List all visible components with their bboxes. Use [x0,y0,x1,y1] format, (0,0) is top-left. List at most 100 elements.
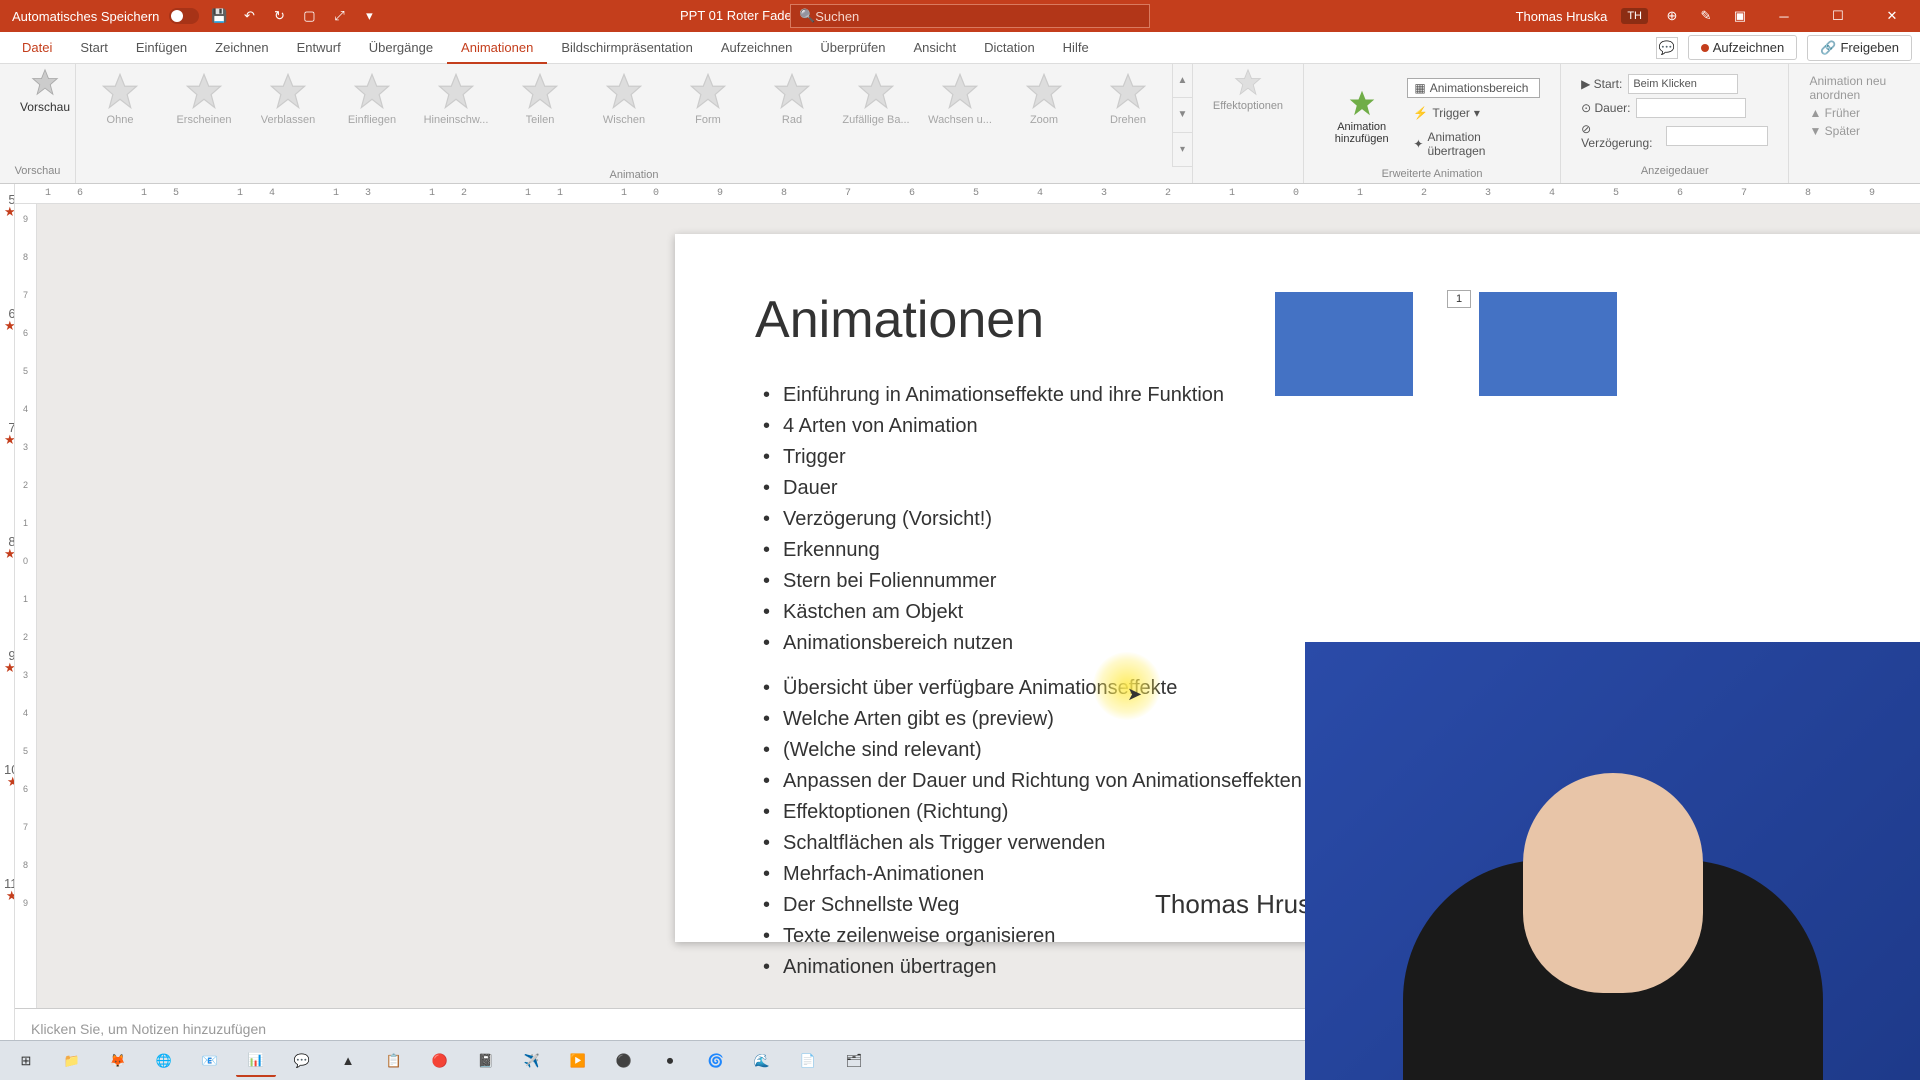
vlc-icon[interactable]: ▲ [328,1045,368,1077]
window-mode-icon[interactable]: ▣ [1730,6,1750,26]
anim-growturn[interactable]: Wachsen u... [924,72,996,159]
animation-pane-button[interactable]: ▦ Animationsbereich [1407,78,1540,98]
start-menu-icon[interactable]: ⊞ [6,1045,46,1077]
duration-label: ⊙ Dauer: [1581,101,1630,115]
anim-floatin[interactable]: Hineinschw... [420,72,492,159]
app-icon-2[interactable]: 📋 [374,1045,414,1077]
qat-more-icon[interactable]: ▾ [359,6,379,26]
add-animation-button[interactable]: Animation hinzufügen [1324,74,1399,160]
anim-zoom[interactable]: Zoom [1008,72,1080,159]
touch-mode-icon[interactable]: ⤢ [329,6,349,26]
anim-swivel[interactable]: Drehen [1092,72,1164,159]
move-earlier-button[interactable]: ▲ Früher [1809,106,1900,120]
gallery-up-icon[interactable]: ▲ [1173,64,1192,98]
anim-star-icon: ★ [4,663,15,673]
search-input[interactable] [815,9,1141,24]
record-dot-icon [1701,44,1709,52]
app-icon-6[interactable]: 🌀 [696,1045,736,1077]
anim-shape[interactable]: Form [672,72,744,159]
anim-star-icon: ★ [4,549,15,559]
webcam-overlay [1305,642,1920,1080]
tab-file[interactable]: Datei [8,32,66,64]
tab-draw[interactable]: Zeichnen [201,32,282,64]
tab-review[interactable]: Überprüfen [806,32,899,64]
gallery-expand-icon[interactable]: ▾ [1173,133,1192,167]
chrome-icon[interactable]: 🌐 [144,1045,184,1077]
sync-icon[interactable]: ⊕ [1662,6,1682,26]
animation-painter-button[interactable]: ✦ Animation übertragen [1407,128,1540,160]
animation-order-tag[interactable]: 1 [1447,290,1471,308]
anim-star-icon: ★ [4,435,15,445]
telegram-icon[interactable]: ✈️ [512,1045,552,1077]
app-icon-7[interactable]: 📄 [788,1045,828,1077]
start-select[interactable]: Beim Klicken [1628,74,1738,94]
present-icon[interactable]: ▢ [299,6,319,26]
anim-appear[interactable]: Erscheinen [168,72,240,159]
comments-icon[interactable]: 💬 [1656,37,1678,59]
tab-insert[interactable]: Einfügen [122,32,201,64]
record-button[interactable]: Aufzeichnen [1688,35,1798,60]
share-button[interactable]: 🔗 Freigeben [1807,35,1912,61]
save-icon[interactable]: 💾 [209,6,229,26]
firefox-icon[interactable]: 🦊 [98,1045,138,1077]
outlook-icon[interactable]: 📧 [190,1045,230,1077]
user-avatar[interactable]: TH [1621,8,1648,24]
close-button[interactable]: ✕ [1872,0,1912,32]
tab-slideshow[interactable]: Bildschirmpräsentation [547,32,707,64]
slide-thumbnails[interactable]: 5★ Animationen 6★ Animationen 7★ 8★ 9★ 1… [0,184,15,1056]
anim-none[interactable]: Ohne [84,72,156,159]
tab-design[interactable]: Entwurf [283,32,355,64]
maximize-button[interactable]: ☐ [1818,0,1858,32]
powerpoint-icon[interactable]: 📊 [236,1045,276,1077]
tab-dictation[interactable]: Dictation [970,32,1049,64]
titlebar: Automatisches Speichern 💾 ↶ ↻ ▢ ⤢ ▾ PPT … [0,0,1920,32]
anim-fade[interactable]: Verblassen [252,72,324,159]
tab-transitions[interactable]: Übergänge [355,32,447,64]
obs-icon[interactable]: ⚫ [604,1045,644,1077]
rectangle-2[interactable] [1479,292,1617,396]
group-label-advanced: Erweiterte Animation [1314,166,1550,182]
app-icon-4[interactable]: ▶️ [558,1045,598,1077]
edge-icon[interactable]: 🌊 [742,1045,782,1077]
animation-gallery[interactable]: Ohne Erscheinen Verblassen Einfliegen Hi… [76,64,1172,167]
anim-wheel[interactable]: Rad [756,72,828,159]
effect-options-icon [1234,68,1262,96]
anim-randombars[interactable]: Zufällige Ba... [840,72,912,159]
app-icon-1[interactable]: 💬 [282,1045,322,1077]
app-icon-3[interactable]: 🔴 [420,1045,460,1077]
coming-soon-icon[interactable]: ✎ [1696,6,1716,26]
user-name[interactable]: Thomas Hruska [1516,9,1608,24]
anim-star-icon: ★ [4,777,15,787]
delay-field[interactable] [1666,126,1769,146]
move-later-button[interactable]: ▼ Später [1809,124,1900,138]
anim-wipe[interactable]: Wischen [588,72,660,159]
explorer-icon[interactable]: 📁 [52,1045,92,1077]
rectangle-1[interactable] [1275,292,1413,396]
anim-flyin[interactable]: Einfliegen [336,72,408,159]
anim-star-icon: ★ [4,207,15,217]
tab-view[interactable]: Ansicht [899,32,970,64]
tab-start[interactable]: Start [66,32,121,64]
search-box[interactable]: 🔍 [790,4,1150,28]
autosave-label: Automatisches Speichern [12,9,159,24]
tab-record[interactable]: Aufzeichnen [707,32,807,64]
app-icon-5[interactable]: ⏺ [650,1045,690,1077]
app-icon-8[interactable]: 🗂 [834,1045,874,1077]
add-animation-icon [1348,89,1376,117]
duration-field[interactable] [1636,98,1746,118]
redo-icon[interactable]: ↻ [269,6,289,26]
tab-help[interactable]: Hilfe [1049,32,1103,64]
onenote-icon[interactable]: 📓 [466,1045,506,1077]
reorder-label: Animation neu anordnen [1809,74,1900,102]
trigger-button[interactable]: ⚡ Trigger ▾ [1407,104,1540,122]
start-label: ▶ Start: [1581,77,1622,91]
preview-button[interactable]: Vorschau [10,68,80,114]
minimize-button[interactable]: ─ [1764,0,1804,32]
tab-animations[interactable]: Animationen [447,32,547,64]
anim-star-icon: ★ [4,891,15,901]
gallery-down-icon[interactable]: ▼ [1173,98,1192,132]
autosave-toggle[interactable] [169,8,199,24]
anim-split[interactable]: Teilen [504,72,576,159]
undo-icon[interactable]: ↶ [239,6,259,26]
effect-options-button[interactable]: Effektoptionen [1203,68,1293,112]
